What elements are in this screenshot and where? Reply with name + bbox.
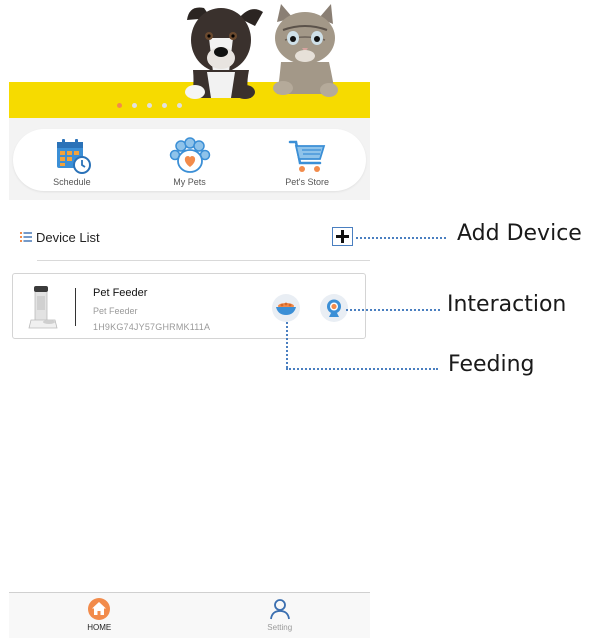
card-separator	[75, 288, 76, 326]
app-screen: Schedule My Pets Pet's Store Device List…	[9, 0, 370, 638]
food-bowl-icon	[276, 302, 296, 315]
carousel-dot[interactable]	[147, 103, 152, 108]
camera-icon	[327, 299, 341, 317]
promo-banner[interactable]	[9, 0, 370, 118]
calendar-clock-icon	[56, 139, 91, 174]
menu-label-schedule: Schedule	[53, 177, 91, 187]
feeding-callout: Feeding	[448, 352, 535, 377]
feeding-callout-line	[286, 368, 438, 370]
device-card[interactable]: Pet Feeder Pet Feeder 1H9KG74JY57GHRMK11…	[12, 273, 366, 339]
dog-and-cat-illustration	[185, 4, 338, 99]
tab-home[interactable]: HOME	[9, 593, 190, 638]
interaction-callout-line	[346, 309, 440, 311]
menu-item-pets-store[interactable]: Pet's Store	[248, 129, 366, 191]
paw-heart-icon	[169, 137, 210, 173]
tab-label-setting: Setting	[267, 623, 293, 632]
device-list-title: Device List	[36, 229, 100, 245]
device-type: Pet Feeder	[93, 306, 138, 316]
carousel-dot[interactable]	[162, 103, 167, 108]
carousel-dot[interactable]	[177, 103, 182, 108]
menu-label-pets-store: Pet's Store	[285, 177, 330, 187]
carousel-dot[interactable]	[132, 103, 137, 108]
device-serial: 1H9KG74JY57GHRMK111A	[93, 322, 211, 332]
menu-label-my-pets: My Pets	[173, 177, 206, 187]
tab-setting[interactable]: Setting	[190, 593, 371, 638]
header-divider	[37, 260, 370, 261]
carousel-indicator[interactable]	[9, 103, 370, 108]
home-icon	[88, 598, 111, 620]
device-name: Pet Feeder	[93, 287, 148, 299]
add-device-callout-line	[356, 237, 446, 239]
quick-menu: Schedule My Pets Pet's Store	[13, 129, 366, 191]
bottom-tab-bar: HOME Setting	[9, 592, 370, 638]
add-device-callout: Add Device	[457, 221, 582, 246]
menu-item-schedule[interactable]: Schedule	[13, 129, 131, 191]
list-icon	[20, 232, 32, 242]
device-list-header: Device List	[20, 226, 370, 248]
carousel-dot[interactable]	[117, 103, 122, 108]
feeding-callout-vline	[286, 322, 288, 368]
interaction-callout: Interaction	[447, 292, 567, 317]
user-icon	[269, 599, 290, 620]
interaction-button[interactable]	[320, 294, 348, 322]
tab-label-home: HOME	[87, 623, 112, 632]
feeding-button[interactable]	[272, 294, 300, 322]
plus-icon	[336, 230, 349, 243]
menu-item-my-pets[interactable]: My Pets	[131, 129, 249, 191]
add-device-button[interactable]	[332, 227, 353, 246]
shopping-cart-icon	[288, 140, 326, 172]
pet-feeder-image	[28, 286, 58, 329]
